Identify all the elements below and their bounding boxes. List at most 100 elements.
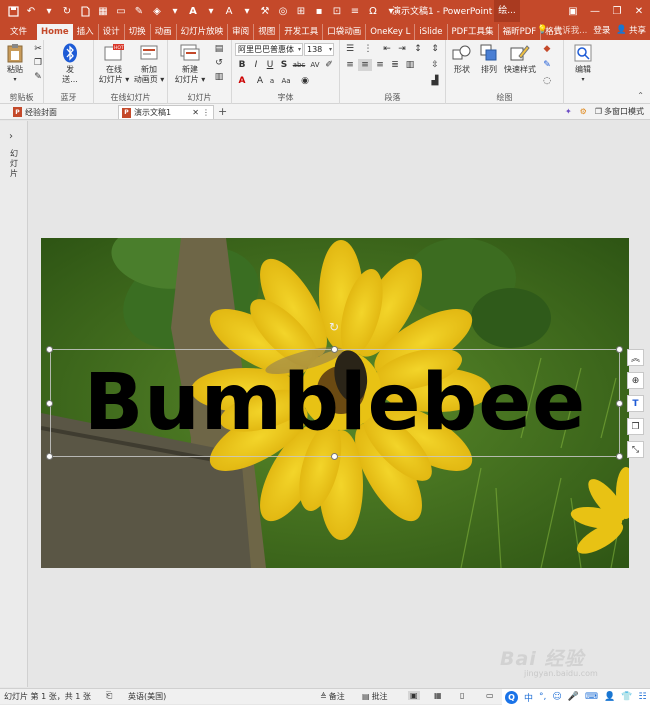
slideshow-icon[interactable]: ▭ <box>486 691 494 700</box>
quick-styles-button[interactable]: 快速样式 <box>502 42 538 75</box>
shape-icon[interactable]: ◎ <box>274 2 292 20</box>
symbol-icon[interactable]: Ω <box>364 2 382 20</box>
resize-handle-bottom-left[interactable] <box>46 453 53 460</box>
arrange-button[interactable]: 排列 <box>476 42 502 75</box>
columns-icon[interactable]: ▥ <box>403 59 417 71</box>
table-icon[interactable]: ▦ <box>94 2 112 20</box>
tab-insert[interactable]: 插入 <box>73 24 99 40</box>
ime-mode[interactable]: 中 <box>524 691 533 704</box>
ime-punctuation-icon[interactable]: °, <box>539 692 546 702</box>
ime-keyboard-icon[interactable]: ⌨ <box>585 692 598 702</box>
new-document-icon[interactable] <box>76 2 94 20</box>
ime-mic-icon[interactable]: 🎤 <box>568 692 579 702</box>
editing-button[interactable]: 编辑 ▾ <box>568 42 598 85</box>
font-size-select[interactable]: 138 ▾ <box>304 43 334 56</box>
ime-menu-icon[interactable]: ☷ <box>638 692 646 702</box>
color-picker-icon[interactable]: ▪ <box>310 2 328 20</box>
tab-developer[interactable]: 开发工具 <box>280 24 324 40</box>
bold-icon[interactable]: B <box>235 59 249 71</box>
fill-color-icon[interactable]: ◈ <box>148 2 166 20</box>
justify-icon[interactable]: ≣ <box>388 59 402 71</box>
tab-pocket-animation[interactable]: 口袋动画 <box>323 24 367 40</box>
save-icon[interactable] <box>4 2 22 20</box>
restore-icon[interactable]: ❐ <box>606 0 628 22</box>
dropdown-icon[interactable]: ▾ <box>166 2 184 20</box>
reading-view-icon[interactable]: ▯ <box>460 691 464 700</box>
collapse-up-icon[interactable]: ︽ <box>627 349 644 366</box>
layout-options-icon[interactable]: ⊕ <box>627 372 644 389</box>
resize-handle-bottom[interactable] <box>331 453 338 460</box>
resize-handle-top-right[interactable] <box>616 346 623 353</box>
new-tab-icon[interactable]: + <box>218 105 227 118</box>
language-label[interactable]: 英语(美国) <box>128 691 166 702</box>
notes-button[interactable]: ≜ 备注 <box>320 691 345 702</box>
align-text-icon[interactable]: ⇳ <box>428 59 442 71</box>
brush-icon[interactable]: ⚒ <box>256 2 274 20</box>
tab-islide[interactable]: iSlide <box>415 24 448 40</box>
copy-icon[interactable]: ❐ <box>31 57 45 69</box>
crop-icon[interactable]: ⊡ <box>328 2 346 20</box>
tab-onekey[interactable]: OneKey L <box>366 24 416 40</box>
char-spacing-icon[interactable]: AV <box>308 59 322 71</box>
tab-transitions[interactable]: 切换 <box>125 24 151 40</box>
numbering-icon[interactable]: ⋮ <box>361 43 375 55</box>
tab-pdf-tools[interactable]: PDF工具集 <box>448 24 499 40</box>
dropdown-icon[interactable]: ▾ <box>238 2 256 20</box>
ime-user-icon[interactable]: 👤 <box>604 692 615 702</box>
undo-dropdown-icon[interactable]: ▾ <box>40 2 58 20</box>
login-link[interactable]: 登录 <box>593 24 610 36</box>
bullets-icon[interactable]: ☰ <box>343 43 357 55</box>
change-case-icon[interactable]: Aa <box>279 75 293 87</box>
text-format-icon[interactable]: A <box>220 2 238 20</box>
ime-logo-icon[interactable]: Q <box>505 690 518 704</box>
strikethrough-icon[interactable]: abc <box>292 59 306 71</box>
decrease-indent-icon[interactable]: ⇤ <box>380 43 394 55</box>
smartart-icon[interactable]: ▟ <box>428 75 442 87</box>
shadow-icon[interactable]: S <box>277 59 291 71</box>
tab-view[interactable]: 视图 <box>254 24 281 40</box>
tab-design[interactable]: 设计 <box>99 24 125 40</box>
reset-icon[interactable]: ↺ <box>212 57 226 69</box>
format-painter-icon[interactable]: ✎ <box>31 71 45 83</box>
shape-fill-icon[interactable]: ◆ <box>540 43 554 55</box>
repeat-icon[interactable]: ↻ <box>58 2 76 20</box>
minimize-icon[interactable]: — <box>584 0 606 22</box>
slide-sorter-icon[interactable]: ▦ <box>434 691 442 700</box>
close-tab-icon[interactable]: ✕ <box>192 108 199 117</box>
tab-home[interactable]: Home <box>37 24 73 40</box>
format-painter-icon[interactable]: ✎ <box>130 2 148 20</box>
paste-button[interactable]: 粘贴 ▾ <box>3 42 27 85</box>
cut-icon[interactable]: ✂ <box>31 43 45 55</box>
underline-icon[interactable]: U <box>263 59 277 71</box>
wand-icon[interactable]: ✦ <box>565 107 572 116</box>
doc-tab-presentation1[interactable]: P 演示文稿1 ✕ ⋮ <box>118 105 214 119</box>
align-center-icon[interactable]: ≡ <box>358 59 372 71</box>
font-settings-icon[interactable]: ◉ <box>298 75 312 87</box>
clear-format-icon[interactable]: ✐ <box>322 59 336 71</box>
shape-effects-icon[interactable]: ◌ <box>540 75 554 87</box>
start-show-icon[interactable]: ▭ <box>112 2 130 20</box>
tab-file[interactable]: 文件 <box>0 24 37 40</box>
resize-handle-bottom-right[interactable] <box>616 453 623 460</box>
tab-foxit-pdf[interactable]: 福昕PDF <box>499 24 542 40</box>
rotate-handle-icon[interactable]: ↻ <box>329 320 339 334</box>
tab-menu-icon[interactable]: ⋮ <box>202 108 210 117</box>
font-name-select[interactable]: 阿里巴巴普惠体 ▾ <box>235 43 303 56</box>
ribbon-display-icon[interactable]: ▣ <box>562 0 584 22</box>
ime-skin-icon[interactable]: 👕 <box>621 692 632 702</box>
align-right-icon[interactable]: ≡ <box>373 59 387 71</box>
font-color-icon[interactable]: A <box>184 2 202 20</box>
settings-gear-icon[interactable]: ⚙ <box>580 107 587 116</box>
normal-view-icon[interactable]: ▣ <box>408 691 420 700</box>
ime-emoji-icon[interactable]: ☺ <box>552 692 561 702</box>
context-tab-drawing-tools[interactable]: 绘... <box>494 0 520 22</box>
online-slides-button[interactable]: HOT 在线 幻灯片 ▾ <box>96 42 132 85</box>
resize-handle-top-left[interactable] <box>46 346 53 353</box>
tab-review[interactable]: 审阅 <box>228 24 255 40</box>
layout-icon[interactable]: ▤ <box>212 43 226 55</box>
tell-me-search[interactable]: 告诉我... <box>554 24 588 36</box>
align-left-icon[interactable]: ≡ <box>343 59 357 71</box>
tab-animations[interactable]: 动画 <box>151 24 177 40</box>
duplicate-icon[interactable]: ❐ <box>627 418 644 435</box>
undo-icon[interactable]: ↶ <box>22 2 40 20</box>
